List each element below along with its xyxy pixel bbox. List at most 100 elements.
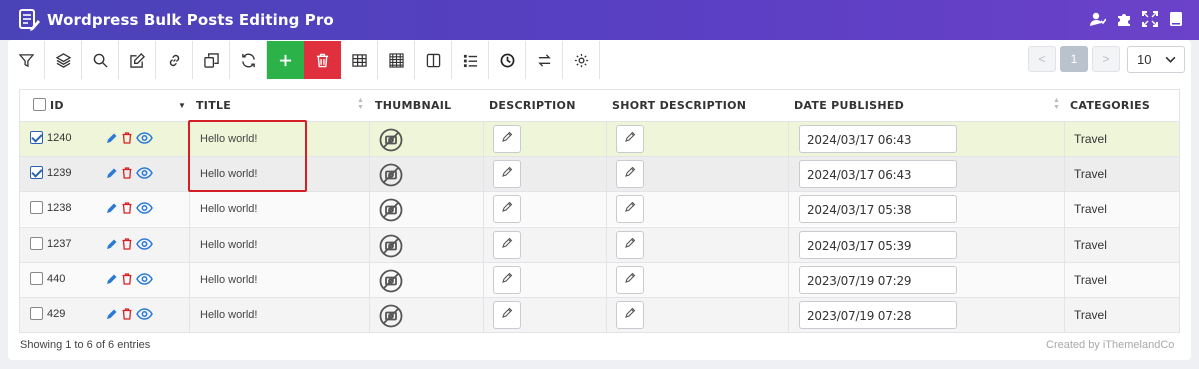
settings-button[interactable] <box>563 41 600 79</box>
trash-icon[interactable] <box>122 167 132 179</box>
post-title[interactable]: Hello world! <box>200 203 257 215</box>
no-image-icon[interactable] <box>379 198 403 222</box>
columns-button[interactable] <box>415 41 452 79</box>
search-button[interactable] <box>82 41 119 79</box>
trash-icon[interactable] <box>122 308 132 320</box>
prev-page-button[interactable]: < <box>1028 46 1056 72</box>
eye-icon[interactable] <box>136 308 153 320</box>
next-page-button[interactable]: > <box>1092 46 1120 72</box>
edit-pencil-icon[interactable] <box>106 308 118 320</box>
layers-button[interactable] <box>45 41 82 79</box>
row-checkbox[interactable] <box>30 166 43 180</box>
edit-description-button[interactable] <box>493 160 521 189</box>
post-title[interactable]: Hello world! <box>200 274 257 286</box>
fullscreen-icon[interactable] <box>1141 10 1159 28</box>
post-title[interactable]: Hello world! <box>200 309 257 321</box>
puzzle-icon[interactable] <box>1115 10 1133 28</box>
no-image-icon[interactable] <box>379 304 403 328</box>
post-title[interactable]: Hello world! <box>200 239 257 251</box>
eye-icon[interactable] <box>136 202 153 215</box>
post-id: 1239 <box>47 167 72 180</box>
date-published-input[interactable]: 2023/07/19 07:29 <box>799 265 957 294</box>
no-image-icon[interactable] <box>379 163 403 187</box>
col-header-short-description[interactable]: SHORT DESCRIPTION <box>612 90 746 121</box>
edit-pencil-icon[interactable] <box>106 132 118 144</box>
edit-short-description-button[interactable] <box>616 265 644 294</box>
sort-icon[interactable]: ▲ ▼ <box>357 97 364 111</box>
swap-button[interactable] <box>526 41 563 79</box>
table-row[interactable]: 1237 Hello world! 2024/03/17 05:39 Travel <box>20 226 1179 262</box>
col-header-id[interactable]: ID <box>50 90 64 121</box>
refresh-button[interactable] <box>230 41 267 79</box>
add-button[interactable] <box>267 41 304 79</box>
trash-icon[interactable] <box>122 237 132 250</box>
grid-view-button[interactable] <box>378 41 415 79</box>
toolbar <box>8 41 600 79</box>
pencil-icon <box>624 236 636 254</box>
edit-description-button[interactable] <box>493 230 521 259</box>
filter-button[interactable] <box>8 41 45 79</box>
table-view-button[interactable] <box>341 41 378 79</box>
duplicate-button[interactable] <box>193 41 230 79</box>
col-header-description[interactable]: DESCRIPTION <box>489 90 576 121</box>
edit-short-description-button[interactable] <box>616 160 644 189</box>
row-checkbox[interactable] <box>30 271 43 285</box>
link-button[interactable] <box>156 41 193 79</box>
per-page-select[interactable]: 10 <box>1127 46 1185 73</box>
app-logo-icon <box>19 9 40 31</box>
row-checkbox[interactable] <box>30 201 43 215</box>
edit-description-button[interactable] <box>493 301 521 329</box>
date-published-input[interactable]: 2024/03/17 05:38 <box>799 195 957 224</box>
date-published-input[interactable]: 2024/03/17 06:43 <box>799 160 957 189</box>
history-button[interactable] <box>489 41 526 79</box>
row-checkbox[interactable] <box>30 131 43 144</box>
sort-icon[interactable]: ▲ ▼ <box>1053 97 1060 111</box>
edit-description-button[interactable] <box>493 125 521 153</box>
eye-icon[interactable] <box>136 132 153 144</box>
col-header-categories[interactable]: CATEGORIES <box>1070 90 1150 121</box>
row-checkbox[interactable] <box>30 236 43 250</box>
eye-icon[interactable] <box>136 273 153 285</box>
date-published-input[interactable]: 2023/07/19 07:28 <box>799 301 957 329</box>
post-id: 429 <box>47 308 66 320</box>
no-image-icon[interactable] <box>379 128 403 152</box>
post-category: Travel <box>1074 132 1107 146</box>
date-published-input[interactable]: 2024/03/17 05:39 <box>799 230 957 259</box>
trash-icon[interactable] <box>122 273 132 285</box>
edit-pencil-icon[interactable] <box>106 238 118 250</box>
table-row[interactable]: 1238 Hello world! 2024/03/17 05:38 Travel <box>20 191 1179 227</box>
edit-description-button[interactable] <box>493 195 521 224</box>
edit-pencil-icon[interactable] <box>106 202 118 214</box>
table-icon <box>351 53 367 67</box>
table-row[interactable]: 440 Hello world! 2023/07/19 07:29 Travel <box>20 261 1179 297</box>
user-settings-icon[interactable] <box>1089 10 1107 28</box>
eye-icon[interactable] <box>136 167 153 179</box>
edit-pencil-icon[interactable] <box>106 273 118 285</box>
row-checkbox[interactable] <box>30 307 43 320</box>
trash-icon[interactable] <box>122 132 132 144</box>
delete-button[interactable] <box>304 41 341 79</box>
col-header-date-published[interactable]: DATE PUBLISHED <box>794 90 904 121</box>
gear-icon <box>574 53 588 67</box>
select-all-checkbox[interactable] <box>33 98 46 111</box>
no-image-icon[interactable] <box>379 269 403 293</box>
bulk-edit-button[interactable] <box>119 41 156 79</box>
page-1-button[interactable]: 1 <box>1060 46 1088 72</box>
pencil-icon <box>624 200 636 218</box>
edit-short-description-button[interactable] <box>616 230 644 259</box>
book-icon[interactable] <box>1167 10 1185 28</box>
edit-description-button[interactable] <box>493 265 521 294</box>
eye-icon[interactable] <box>136 237 153 250</box>
date-published-input[interactable]: 2024/03/17 06:43 <box>799 125 957 153</box>
sort-desc-icon[interactable]: ▼ <box>178 101 186 110</box>
edit-short-description-button[interactable] <box>616 125 644 153</box>
trash-icon[interactable] <box>122 202 132 215</box>
no-image-icon[interactable] <box>379 234 403 258</box>
col-header-thumbnail[interactable]: THUMBNAIL <box>375 90 452 121</box>
list-button[interactable] <box>452 41 489 79</box>
edit-short-description-button[interactable] <box>616 195 644 224</box>
edit-pencil-icon[interactable] <box>106 167 118 179</box>
col-header-title[interactable]: TITLE <box>196 90 231 121</box>
edit-short-description-button[interactable] <box>616 301 644 329</box>
table-row[interactable]: 429 Hello world! 2023/07/19 07:28 Travel <box>20 297 1179 332</box>
